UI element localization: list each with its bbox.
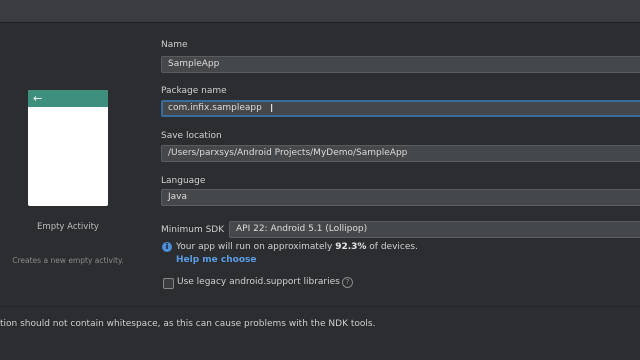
package-name-field[interactable]: com.infix.sampleapp I xyxy=(161,100,640,117)
save-location-label: Save location xyxy=(161,131,222,141)
minimum-sdk-select[interactable]: API 22: Android 5.1 (Lollipop) xyxy=(229,221,640,238)
arrow-left-icon: ← xyxy=(33,92,43,105)
package-name-label: Package name xyxy=(161,86,227,96)
template-preview: ← xyxy=(28,90,108,206)
save-location-field[interactable]: /Users/parxsys/Android Projects/MyDemo/S… xyxy=(161,145,640,162)
minimum-sdk-label: Minimum SDK xyxy=(161,225,225,235)
validation-warning: tion should not contain whitespace, as t… xyxy=(0,319,376,329)
template-description: Creates a new empty activity. xyxy=(12,256,124,265)
package-name-value: com.infix.sampleapp xyxy=(168,103,262,113)
template-name: Empty Activity xyxy=(37,222,99,232)
legacy-support-label: Use legacy android.support libraries xyxy=(177,277,340,287)
divider xyxy=(0,306,640,307)
language-select[interactable]: Java xyxy=(161,189,640,206)
language-label: Language xyxy=(161,176,206,186)
device-coverage-text: Your app will run on approximately 92.3%… xyxy=(176,242,418,252)
window-title-bar xyxy=(0,0,640,23)
text-cursor-icon: I xyxy=(270,102,274,115)
name-label: Name xyxy=(161,40,188,50)
legacy-support-checkbox[interactable] xyxy=(163,278,174,289)
coverage-percent: 92.3% xyxy=(335,242,367,252)
help-me-choose-link[interactable]: Help me choose xyxy=(176,255,256,265)
question-icon[interactable]: ? xyxy=(342,277,353,288)
name-field[interactable]: SampleApp xyxy=(161,56,640,73)
preview-app-bar: ← xyxy=(28,90,108,107)
info-icon: i xyxy=(162,242,172,252)
